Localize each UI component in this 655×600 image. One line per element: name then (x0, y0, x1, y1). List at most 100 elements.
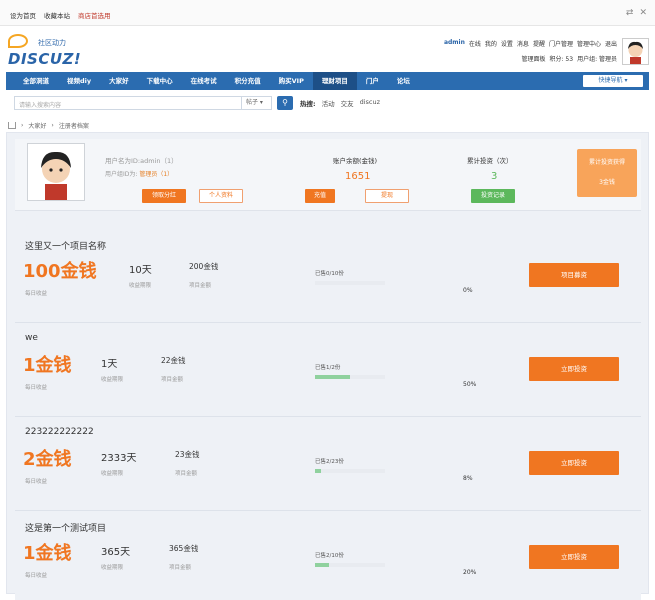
avatar-image-icon (28, 144, 84, 200)
project-amount: 22金钱 (161, 356, 186, 365)
recharge-button[interactable]: 充值 (305, 189, 335, 203)
nav-item-portal[interactable]: 门户 (357, 72, 388, 90)
project-progress-fill (315, 375, 350, 379)
nav-item-recharge[interactable]: 积分充值 (226, 72, 270, 90)
project-amount: 200金钱 (189, 262, 219, 271)
my-link[interactable]: 我的 (485, 39, 497, 48)
home-icon[interactable] (8, 122, 16, 129)
project-days-label: 收益期限 (101, 565, 124, 571)
search-placeholder: 请输入搜索内容 (19, 102, 62, 109)
nav-item-hello[interactable]: 大家好 (100, 72, 138, 90)
hot-search-label: 热搜: (300, 100, 316, 108)
project-days: 365天 (101, 547, 131, 558)
project-title[interactable]: we (25, 333, 38, 343)
close-icon[interactable]: ✕ (639, 8, 647, 18)
project-amount-label: 项目金额 (189, 283, 212, 289)
logout-link[interactable]: 退出 (605, 39, 617, 48)
project-days-label: 收益期限 (129, 283, 152, 289)
hot-keyword[interactable]: 活动 (322, 98, 335, 108)
username-link[interactable]: admin (444, 39, 465, 48)
set-home-link[interactable]: 设为首页 (10, 10, 36, 20)
top-links: 设为首页 收藏本站 商店首选用 (10, 10, 111, 20)
receive-dividend-button[interactable]: 领取分红 (142, 189, 186, 203)
site-logo[interactable]: 社区动力 DISCUZ! (8, 34, 88, 68)
project-amount-label: 项目金额 (175, 471, 198, 477)
search-input[interactable]: 请输入搜索内容 帖子 ▾ (14, 96, 272, 110)
nav-item-exam[interactable]: 在线考试 (182, 72, 226, 90)
project-percent: 50% (463, 381, 477, 388)
nav-item-finance[interactable]: 理财项目 (312, 72, 357, 90)
admin-center-link[interactable]: 管理中心 (577, 39, 601, 48)
hot-keyword[interactable]: 交友 (341, 98, 354, 108)
project-progress-fill (315, 469, 321, 473)
main-nav: 全部洞道 视频diy 大家好 下载中心 在线考试 积分充值 购买VIP 理财项目… (6, 72, 649, 90)
portal-admin-link[interactable]: 门户管理 (549, 39, 573, 48)
project-progress-fill (315, 563, 329, 567)
project-item: 这是第一个测试项目 1金钱 每日收益 365天 收益期限 365金钱 项目金额 … (15, 513, 641, 600)
project-sold: 已售1/2份 (315, 365, 341, 371)
project-title[interactable]: 223222222222 (25, 427, 94, 437)
profile-button[interactable]: 个人资料 (199, 189, 243, 203)
project-title[interactable]: 这里又一个项目名称 (25, 239, 106, 252)
hot-keyword[interactable]: discuz (360, 98, 380, 108)
usergroup-link[interactable]: 用户组: 管理员 (577, 54, 617, 63)
balance-value: 1651 (345, 171, 371, 182)
invest-button[interactable]: 立即投资 (529, 357, 619, 381)
search-button[interactable]: ⚲ (277, 96, 293, 110)
total-earned-title: 累计投资获得 (588, 159, 625, 166)
breadcrumb: › 大家好 › 注册者档案 (8, 121, 89, 130)
manage-panel-link[interactable]: 管理面板 (521, 54, 545, 63)
user-info-card: 用户名为ID:admin（1） 用户组ID为: 管理员（1） 领取分红 个人资料… (15, 139, 641, 211)
project-progress-bar (315, 469, 385, 473)
user-avatar[interactable] (27, 143, 85, 201)
project-rate-label: 每日收益 (25, 291, 48, 297)
project-days: 10天 (129, 265, 152, 276)
search-scope-select[interactable]: 帖子 ▾ (241, 97, 271, 109)
balance-label: 账户余额(金钱) (333, 157, 378, 165)
user-level-line: 用户组ID为: 管理员（1） (105, 171, 174, 178)
project-rate-label: 每日收益 (25, 479, 48, 485)
project-percent: 20% (463, 569, 477, 576)
invest-button[interactable]: 项目募资 (529, 263, 619, 287)
project-amount-label: 项目金额 (161, 377, 184, 383)
quick-nav-button[interactable]: 快捷导航 ▾ (583, 75, 643, 87)
top-right-icons: ⇄ ✕ (626, 8, 647, 18)
nav-item-video[interactable]: 视频diy (58, 72, 100, 90)
withdraw-button[interactable]: 提现 (365, 189, 409, 203)
project-percent: 8% (463, 475, 473, 482)
project-item: we 1金钱 每日收益 1天 收益期限 22金钱 项目金额 已售1/2份 50%… (15, 325, 641, 417)
hot-search: 热搜: 活动 交友 discuz (300, 98, 380, 108)
logo-bubble-icon (8, 34, 28, 48)
swap-icon[interactable]: ⇄ (626, 8, 634, 18)
project-progress-bar (315, 281, 385, 285)
messages-link[interactable]: 消息 (517, 39, 529, 48)
project-days: 2333天 (101, 453, 137, 464)
promo-link[interactable]: 商店首选用 (78, 10, 111, 20)
nav-item-all[interactable]: 全部洞道 (14, 72, 58, 90)
project-amount: 365金钱 (169, 544, 199, 553)
settings-link[interactable]: 设置 (501, 39, 513, 48)
notify-link[interactable]: 提醒 (533, 39, 545, 48)
invest-count-label: 累计投资（次） (467, 157, 513, 165)
online-status[interactable]: 在线 (469, 39, 481, 48)
credits-link[interactable]: 积分: 53 (549, 54, 573, 63)
nav-item-vip[interactable]: 购买VIP (270, 72, 313, 90)
invest-records-button[interactable]: 投资记录 (471, 189, 515, 203)
search-icon: ⚲ (282, 98, 288, 107)
project-sold: 已售0/10份 (315, 271, 344, 277)
invest-button[interactable]: 立即投资 (529, 545, 619, 569)
nav-item-download[interactable]: 下载中心 (138, 72, 182, 90)
nav-item-forum[interactable]: 论坛 (388, 72, 419, 90)
project-daily-rate: 100金钱 (23, 261, 97, 282)
project-title[interactable]: 这是第一个测试项目 (25, 521, 106, 534)
invest-count-value: 3 (491, 171, 498, 182)
project-daily-rate: 1金钱 (23, 543, 72, 564)
user-level-value: 管理员（1） (139, 171, 174, 178)
breadcrumb-item[interactable]: 大家好 (28, 121, 46, 130)
bookmark-link[interactable]: 收藏本站 (44, 10, 70, 20)
total-earned-box: 累计投资获得 3金钱 (577, 149, 637, 197)
invest-button[interactable]: 立即投资 (529, 451, 619, 475)
avatar-image-icon (623, 39, 648, 64)
project-progress-bar (315, 563, 385, 567)
avatar[interactable] (622, 38, 649, 65)
